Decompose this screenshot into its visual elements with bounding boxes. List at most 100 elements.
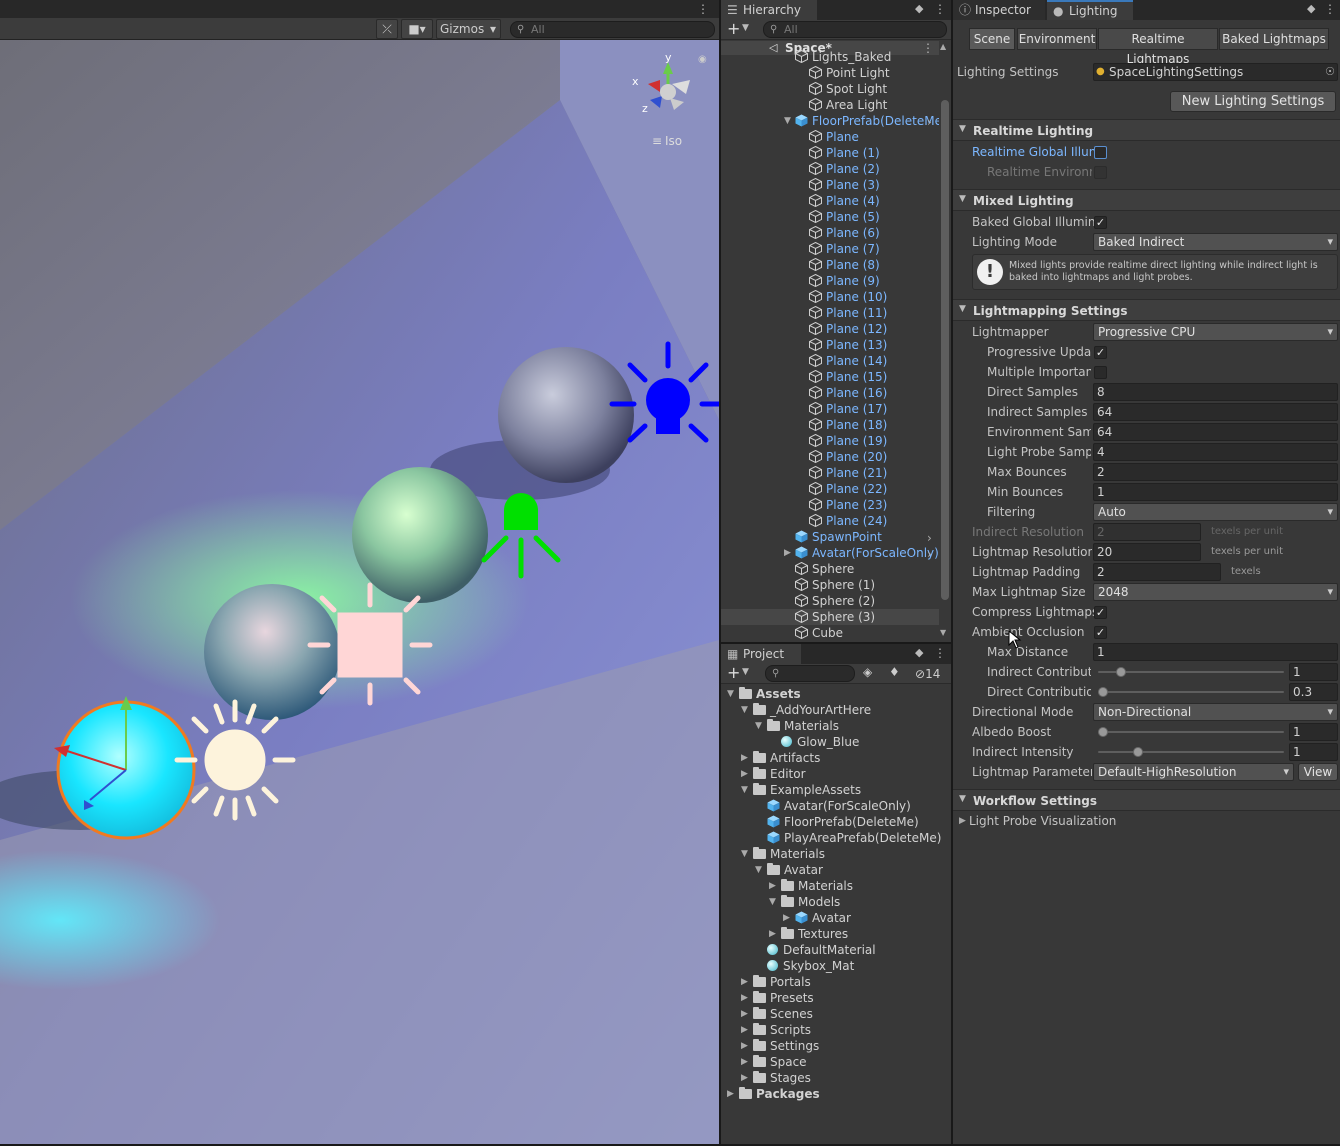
hierarchy-item[interactable]: Plane (3): [809, 177, 939, 193]
hierarchy-item[interactable]: Plane (14): [809, 353, 939, 369]
project-item[interactable]: Stages: [753, 1070, 951, 1086]
chevron-right-icon[interactable]: ▶: [741, 769, 748, 779]
project-item[interactable]: Artifacts: [753, 750, 951, 766]
chevron-right-icon[interactable]: ▶: [741, 1057, 748, 1067]
lightmap-parameters-dropdown[interactable]: Default-HighResolution: [1093, 763, 1294, 781]
indirect-intensity-slider[interactable]: [1098, 751, 1284, 753]
indirect-contribution-slider[interactable]: [1098, 671, 1284, 673]
hierarchy-item[interactable]: Plane (7): [809, 241, 939, 257]
lock-icon[interactable]: ◉: [698, 54, 707, 65]
lightmapper-dropdown[interactable]: Progressive CPU: [1093, 323, 1338, 341]
chevron-right-icon[interactable]: ▶: [741, 1009, 748, 1019]
lightmapping-settings-header[interactable]: ▼ Lightmapping Settings: [953, 299, 1340, 321]
baked-gi-checkbox[interactable]: ✓: [1094, 216, 1107, 229]
more-options-icon[interactable]: ⋮: [934, 646, 946, 660]
chevron-right-icon[interactable]: ▶: [741, 977, 748, 987]
chevron-right-icon[interactable]: ▶: [959, 816, 966, 826]
project-item[interactable]: Assets: [739, 686, 951, 702]
indirect-samples-field[interactable]: 64: [1093, 403, 1338, 421]
scene-search-input[interactable]: ⚲ All: [510, 21, 715, 38]
sphere-1[interactable]: [204, 584, 340, 720]
chevron-right-icon[interactable]: ▶: [769, 881, 776, 891]
label-tag-icon[interactable]: ♦: [889, 665, 900, 679]
realtime-gi-checkbox[interactable]: [1094, 146, 1107, 159]
new-lighting-settings-button[interactable]: New Lighting Settings: [1170, 91, 1336, 112]
project-item[interactable]: FloorPrefab(DeleteMe): [767, 814, 951, 830]
scroll-down-icon[interactable]: ▼: [940, 628, 946, 637]
direct-contribution-slider[interactable]: [1098, 691, 1284, 693]
hierarchy-item[interactable]: Plane (16): [809, 385, 939, 401]
albedo-boost-field[interactable]: 1: [1289, 723, 1338, 741]
indirect-intensity-slider-handle[interactable]: [1133, 747, 1144, 757]
chevron-right-icon[interactable]: ▶: [741, 753, 748, 763]
chevron-right-icon[interactable]: ▶: [741, 1073, 748, 1083]
mis-checkbox[interactable]: [1094, 366, 1107, 379]
lock-icon[interactable]: ◆: [1307, 2, 1315, 15]
hierarchy-scrollbar[interactable]: [941, 100, 949, 600]
project-search-input[interactable]: ⚲: [765, 665, 855, 682]
hierarchy-item[interactable]: Lights_Baked: [795, 49, 939, 65]
hierarchy-item[interactable]: SpawnPoint: [795, 529, 939, 545]
lightmap-resolution-field[interactable]: 20: [1093, 543, 1201, 561]
albedo-boost-slider[interactable]: [1098, 731, 1284, 733]
chevron-right-icon[interactable]: ▶: [783, 913, 790, 923]
max-distance-field[interactable]: 1: [1093, 643, 1338, 661]
open-prefab-icon[interactable]: ›: [927, 531, 932, 545]
sphere-2[interactable]: [352, 467, 488, 603]
more-options-icon[interactable]: ⋮: [934, 2, 946, 16]
project-item[interactable]: Skybox_Mat: [767, 958, 951, 974]
hierarchy-item[interactable]: Plane (9): [809, 273, 939, 289]
ambient-occlusion-checkbox[interactable]: ✓: [1094, 626, 1107, 639]
indirect-intensity-field[interactable]: 1: [1289, 743, 1338, 761]
hierarchy-item[interactable]: Plane (19): [809, 433, 939, 449]
direct-contribution-slider-handle[interactable]: [1098, 687, 1108, 697]
hierarchy-item[interactable]: Plane (5): [809, 209, 939, 225]
project-item[interactable]: Avatar: [767, 862, 951, 878]
chevron-down-icon[interactable]: ▼: [755, 865, 762, 875]
subtab-realtime-lightmaps[interactable]: Realtime Lightmaps: [1098, 28, 1218, 66]
hierarchy-item[interactable]: Plane (4): [809, 193, 939, 209]
hierarchy-item[interactable]: Plane (13): [809, 337, 939, 353]
chevron-down-icon[interactable]: ▼: [742, 23, 749, 33]
lighting-mode-dropdown[interactable]: Baked Indirect: [1093, 233, 1338, 251]
directional-light-icon[interactable]: [174, 699, 296, 821]
chevron-right-icon[interactable]: ▶: [741, 993, 748, 1003]
project-item[interactable]: Avatar(ForScaleOnly): [767, 798, 951, 814]
chevron-down-icon[interactable]: ▼: [769, 897, 776, 907]
project-item[interactable]: PlayAreaPrefab(DeleteMe): [767, 830, 951, 846]
open-prefab-icon[interactable]: ›: [927, 547, 932, 561]
project-item[interactable]: Editor: [753, 766, 951, 782]
chevron-right-icon[interactable]: ▶: [727, 1089, 734, 1099]
project-item[interactable]: Settings: [753, 1038, 951, 1054]
projection-label[interactable]: Iso: [665, 134, 682, 148]
subtab-environment[interactable]: Environment: [1017, 28, 1097, 50]
project-item[interactable]: Avatar: [795, 910, 951, 926]
workflow-settings-header[interactable]: ▼ Workflow Settings: [953, 789, 1340, 811]
hierarchy-item[interactable]: Plane (10): [809, 289, 939, 305]
camera-icon[interactable]: ■▾: [401, 19, 433, 39]
tab-project[interactable]: ▦ Project: [721, 644, 801, 664]
project-item[interactable]: Portals: [753, 974, 951, 990]
hierarchy-item[interactable]: Sphere: [795, 561, 939, 577]
hierarchy-item[interactable]: Sphere (3): [721, 609, 939, 625]
hierarchy-item[interactable]: Plane (23): [809, 497, 939, 513]
chevron-right-icon[interactable]: ▶: [784, 548, 791, 558]
project-item[interactable]: Textures: [781, 926, 951, 942]
project-item[interactable]: Scenes: [753, 1006, 951, 1022]
project-item[interactable]: Packages: [739, 1086, 951, 1102]
project-item[interactable]: ExampleAssets: [753, 782, 951, 798]
chevron-right-icon[interactable]: ▶: [741, 1041, 748, 1051]
indirect-contribution-field[interactable]: 1: [1289, 663, 1338, 681]
light-probe-samples-field[interactable]: 4: [1093, 443, 1338, 461]
tab-lighting[interactable]: ● Lighting: [1047, 0, 1133, 20]
environment-samples-field[interactable]: 64: [1093, 423, 1338, 441]
chevron-down-icon[interactable]: ▼: [784, 116, 791, 126]
project-item[interactable]: Materials: [781, 878, 951, 894]
hierarchy-item[interactable]: Sphere (2): [795, 593, 939, 609]
project-item[interactable]: DefaultMaterial: [767, 942, 951, 958]
hierarchy-item[interactable]: Plane (17): [809, 401, 939, 417]
max-lightmap-size-dropdown[interactable]: 2048: [1093, 583, 1338, 601]
subtab-baked-lightmaps[interactable]: Baked Lightmaps: [1219, 28, 1329, 50]
hierarchy-item[interactable]: Point Light: [809, 65, 939, 81]
direct-samples-field[interactable]: 8: [1093, 383, 1338, 401]
